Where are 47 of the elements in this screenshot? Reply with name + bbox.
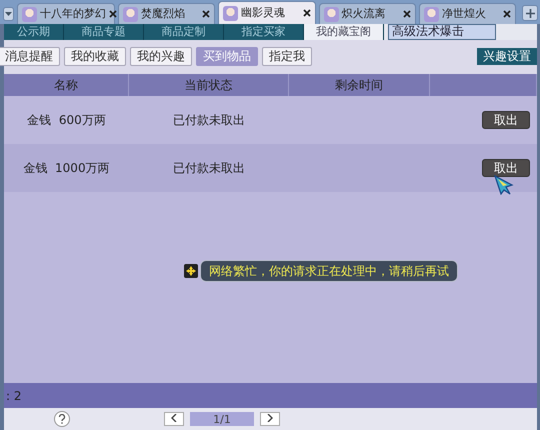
search-field[interactable]: 高级法术爆击 [388,24,496,40]
nav-tab[interactable]: 商品定制 [144,24,224,40]
browser-tab[interactable]: 焚魔烈焰 [118,3,216,24]
nav-tab[interactable]: 指定买家 [224,24,304,40]
caret-icon [4,12,12,16]
help-button[interactable] [54,411,70,427]
previous-page-button[interactable] [164,412,184,426]
next-page-button[interactable] [260,412,280,426]
filter-button[interactable]: 我的兴趣 [130,46,192,66]
settings-button[interactable]: 兴趣设置 [477,48,537,64]
filter-button[interactable]: 消息提醒 [0,46,60,66]
filter-button[interactable]: 我的收藏 [64,46,126,66]
browser-tab[interactable]: 净世煌火 [418,3,516,24]
browser-tab[interactable]: 炽火流离 [318,3,416,24]
nav-tab[interactable]: 商品专题 [64,24,144,40]
avatar-icon [424,6,439,22]
close-icon[interactable] [402,8,411,20]
take-out-button[interactable]: 取出 [482,159,530,177]
table-cell-text: 金钱 600万两 [27,112,106,129]
take-out-button[interactable]: 取出 [482,111,530,129]
notice-toast: 网络繁忙，你的请求正在处理中，请稍后再试 [200,260,458,282]
nav-tab[interactable]: 公示期 [4,24,64,40]
browser-tab[interactable]: 幽影灵魂 [218,1,316,24]
new-tab-button[interactable] [522,5,538,21]
plus-icon [526,8,535,18]
close-icon[interactable] [108,8,117,20]
browser-tab[interactable]: 十八年的梦幻 [16,3,115,24]
filter-button[interactable]: 指定我 [262,46,312,66]
avatar-icon [122,6,138,22]
move-icon[interactable] [184,264,198,278]
cursor-icon [493,175,515,195]
count-text: : 2 [6,388,22,404]
table-cell-text: 已付款未取出 [173,160,245,177]
nav-tab[interactable]: 我的藏宝阁 [304,24,384,40]
close-icon[interactable] [202,8,210,20]
avatar-icon [22,6,37,22]
avatar-icon [324,6,339,22]
table-cell-text: 金钱 1000万两 [23,160,110,177]
page-number-field[interactable]: 1/1 [190,412,254,426]
chevron-left-icon [171,414,177,422]
table-cell-text: 已付款未取出 [173,112,245,129]
tab-list-button[interactable] [3,7,14,21]
chevron-right-icon [267,414,273,422]
close-icon[interactable] [302,8,311,18]
question-icon [58,414,66,424]
close-icon[interactable] [503,8,512,20]
avatar-icon [223,6,238,20]
